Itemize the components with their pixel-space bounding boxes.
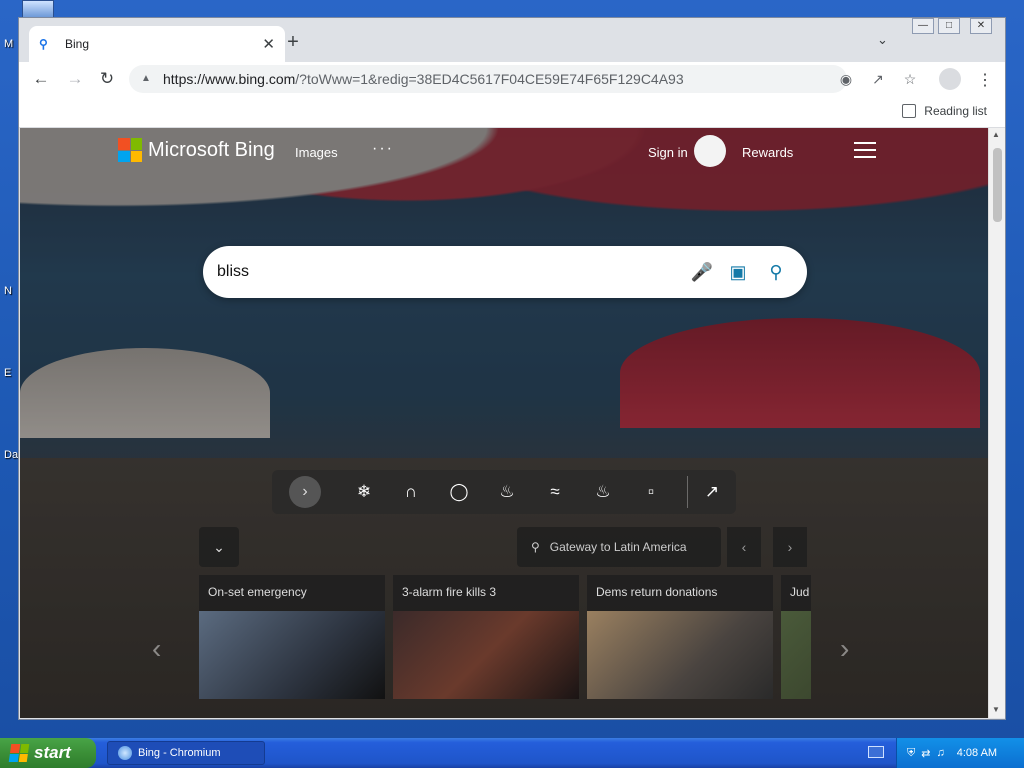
desktop-label[interactable]: E bbox=[4, 367, 11, 379]
lightbulb-icon[interactable]: ◯ bbox=[447, 480, 471, 504]
news-card[interactable]: Dems return donations bbox=[587, 575, 773, 699]
scrollbar-thumb[interactable] bbox=[993, 148, 1002, 222]
tab-strip: ⚲ Bing ✕ + ⌄ — □ ✕ bbox=[19, 18, 1005, 62]
visual-search-icon[interactable]: ▣ bbox=[726, 260, 750, 284]
gift-icon[interactable]: ▫ bbox=[639, 480, 663, 504]
news-card-title: On-set emergency bbox=[208, 585, 307, 599]
browser-window: ⚲ Bing ✕ + ⌄ — □ ✕ ← → ↻ ▲ https://www.b… bbox=[18, 17, 1006, 720]
search-icon: ⚲ bbox=[39, 37, 48, 51]
icicles-icon[interactable]: ∩ bbox=[399, 480, 423, 504]
page-content: Microsoft Bing Images ··· Sign in Reward… bbox=[20, 128, 988, 718]
rewards-link[interactable]: Rewards bbox=[742, 145, 793, 160]
location-pin-icon: ⚲ bbox=[531, 540, 540, 554]
new-tab-button[interactable]: + bbox=[281, 31, 305, 55]
windows-logo-icon bbox=[8, 744, 30, 762]
chevron-down-icon[interactable]: ⌄ bbox=[199, 527, 239, 567]
scroll-down-icon[interactable]: ▼ bbox=[992, 705, 1000, 714]
nav-images[interactable]: Images bbox=[295, 145, 338, 160]
system-tray: ⛨ ⇄ ♫ 4:08 AM bbox=[896, 738, 1024, 768]
news-card-image bbox=[587, 611, 773, 699]
news-card[interactable]: On-set emergency bbox=[199, 575, 385, 699]
lock-icon[interactable]: ▲ bbox=[141, 73, 153, 85]
close-window-button[interactable]: ✕ bbox=[970, 18, 992, 34]
forward-button[interactable]: → bbox=[63, 68, 87, 90]
divider bbox=[687, 476, 688, 508]
hamburger-menu-icon[interactable] bbox=[854, 142, 876, 158]
snowflake-icon[interactable]: ❄ bbox=[352, 480, 376, 504]
bell-icon[interactable]: ♨ bbox=[591, 480, 615, 504]
reading-list-icon bbox=[902, 104, 917, 118]
reading-list-button[interactable]: Reading list bbox=[902, 104, 987, 118]
profile-avatar[interactable] bbox=[939, 68, 961, 90]
url-text: https://www.bing.com/?toWww=1&redig=38ED… bbox=[163, 71, 684, 87]
menu-icon[interactable]: ⋮ bbox=[977, 70, 993, 90]
snow-stripes-icon[interactable]: ≈ bbox=[543, 480, 567, 504]
taskbar-item-label: Bing - Chromium bbox=[138, 747, 221, 759]
start-label: start bbox=[34, 743, 71, 762]
share-icon[interactable]: ↗ bbox=[700, 480, 724, 504]
search-icon[interactable]: ⚲ bbox=[764, 260, 788, 284]
tab-bing[interactable]: ⚲ Bing ✕ bbox=[29, 26, 285, 62]
clock[interactable]: 4:08 AM bbox=[957, 747, 997, 759]
news-card[interactable]: 3-alarm fire kills 3 bbox=[393, 575, 579, 699]
carousel-prev-icon[interactable]: ‹ bbox=[152, 633, 161, 665]
bing-logo[interactable]: Microsoft Bing bbox=[118, 138, 275, 162]
vertical-scrollbar[interactable]: ▲ ▼ bbox=[988, 128, 1005, 718]
desktop-label[interactable]: M bbox=[4, 38, 13, 50]
more-icon[interactable]: ··· bbox=[372, 140, 394, 158]
news-card-title: Jud bbox=[790, 585, 810, 599]
desktop-label[interactable]: Da bbox=[4, 449, 18, 461]
chevron-right-icon[interactable]: › bbox=[289, 476, 321, 508]
fire-icon[interactable]: ♨ bbox=[495, 480, 519, 504]
shield-icon[interactable]: ⛨ bbox=[907, 747, 915, 760]
share-icon[interactable]: ↗ bbox=[869, 70, 887, 88]
close-icon[interactable]: ✕ bbox=[262, 35, 275, 53]
reload-button[interactable]: ↻ bbox=[95, 68, 119, 90]
sign-in-link[interactable]: Sign in bbox=[648, 145, 688, 160]
toolbar: ← → ↻ ▲ https://www.bing.com/?toWww=1&re… bbox=[19, 62, 1005, 96]
tab-title: Bing bbox=[65, 37, 90, 51]
minimize-button[interactable]: — bbox=[912, 18, 934, 34]
news-card-title: Dems return donations bbox=[596, 585, 718, 599]
star-icon[interactable]: ☆ bbox=[901, 70, 919, 88]
location-text: Gateway to Latin America bbox=[549, 540, 687, 554]
search-input[interactable] bbox=[217, 256, 677, 288]
news-card-image bbox=[199, 611, 385, 699]
search-box: 🎤 ▣ ⚲ bbox=[203, 246, 807, 298]
bing-header: Microsoft Bing Images ··· Sign in Reward… bbox=[20, 128, 988, 174]
reading-list-label: Reading list bbox=[924, 104, 987, 118]
bookmarks-bar: Reading list bbox=[19, 96, 1005, 128]
carousel-next-icon[interactable]: › bbox=[840, 633, 849, 665]
previous-image-button[interactable]: ‹ bbox=[727, 527, 761, 567]
back-button[interactable]: ← bbox=[29, 68, 53, 90]
omnibox-actions: ◉ ↗ ☆ bbox=[837, 70, 919, 88]
keyboard-icon[interactable] bbox=[868, 746, 884, 758]
eye-off-icon[interactable]: ◉ bbox=[837, 70, 855, 88]
logo-text: Microsoft Bing bbox=[148, 138, 275, 161]
volume-icon[interactable]: ♫ bbox=[936, 747, 944, 759]
news-card-image bbox=[781, 611, 811, 699]
microsoft-logo-icon bbox=[118, 138, 142, 162]
news-card-title: 3-alarm fire kills 3 bbox=[402, 585, 497, 599]
chevron-down-icon[interactable]: ⌄ bbox=[877, 32, 888, 48]
chromium-icon bbox=[118, 746, 132, 760]
image-actions-bar: › ❄ ∩ ◯ ♨ ≈ ♨ ▫ ↗ bbox=[272, 470, 736, 514]
avatar[interactable] bbox=[694, 135, 726, 167]
news-card-image bbox=[393, 611, 579, 699]
news-card[interactable]: Jud bbox=[781, 575, 811, 699]
taskbar: start Bing - Chromium ⛨ ⇄ ♫ 4:08 AM bbox=[0, 738, 1024, 768]
taskbar-item-chromium[interactable]: Bing - Chromium bbox=[107, 741, 265, 765]
news-cards: On-set emergency 3-alarm fire kills 3 De… bbox=[199, 575, 811, 699]
maximize-button[interactable]: □ bbox=[938, 18, 960, 34]
start-button[interactable]: start bbox=[0, 738, 96, 768]
address-bar[interactable]: ▲ https://www.bing.com/?toWww=1&redig=38… bbox=[129, 65, 847, 93]
scroll-up-icon[interactable]: ▲ bbox=[992, 130, 1000, 139]
network-icon[interactable]: ⇄ bbox=[921, 747, 930, 760]
next-image-button[interactable]: › bbox=[773, 527, 807, 567]
microphone-icon[interactable]: 🎤 bbox=[690, 260, 714, 284]
desktop-folder-icon[interactable] bbox=[22, 0, 54, 18]
location-info[interactable]: ⚲ Gateway to Latin America bbox=[517, 527, 721, 567]
desktop-label[interactable]: N bbox=[4, 285, 12, 297]
